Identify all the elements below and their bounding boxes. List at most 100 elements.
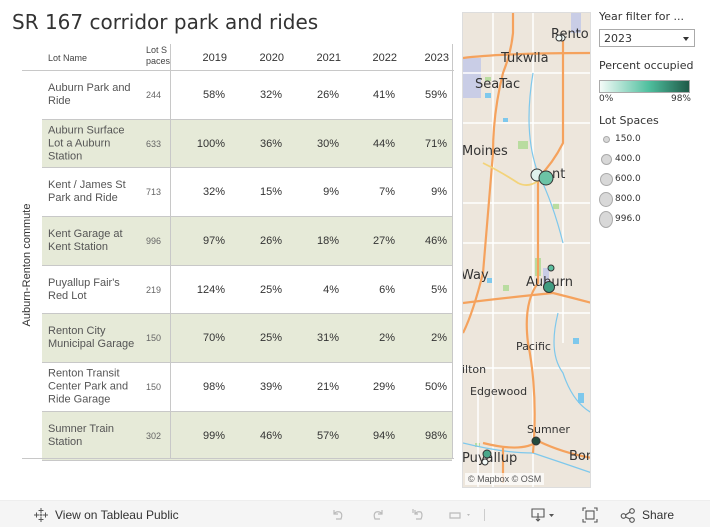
lot-spaces: 633 <box>146 138 162 149</box>
revert-button[interactable] <box>410 501 426 527</box>
occupancy-cell-2023[interactable]: 5% <box>407 284 447 296</box>
size-legend-item[interactable]: 600.0 <box>599 169 704 189</box>
map-marker-renton-transit-center[interactable] <box>555 34 563 42</box>
revert-icon <box>412 508 423 520</box>
map-marker-puyallup-other[interactable] <box>481 458 489 466</box>
lot-name: Renton City Municipal Garage <box>48 325 135 351</box>
size-legend-item[interactable]: 150.0 <box>599 129 704 149</box>
group-label: Auburn-Renton commute <box>21 203 33 327</box>
map-attribution[interactable]: © Mapbox © OSM <box>465 473 545 485</box>
occupancy-cell-2023[interactable]: 59% <box>407 89 447 101</box>
occupancy-cell-2019[interactable]: 99% <box>185 430 225 442</box>
tableau-logo-icon <box>34 507 48 522</box>
occupancy-cell-2020[interactable]: 39% <box>242 381 282 393</box>
occupancy-cell-2019[interactable]: 124% <box>185 284 225 296</box>
occupancy-cell-2020[interactable]: 26% <box>242 235 282 247</box>
lot-spaces-header[interactable]: Lot S paces <box>146 45 172 67</box>
table-row[interactable]: Kent Garage at Kent Station 996 97% 26% 18% 2… <box>42 217 452 266</box>
occupancy-cell-2021[interactable]: 18% <box>299 235 339 247</box>
occupancy-cell-2021[interactable]: 57% <box>299 430 339 442</box>
lot-name-header[interactable]: Lot Name <box>48 53 87 63</box>
occupancy-cell-2020[interactable]: 25% <box>242 332 282 344</box>
occupancy-cell-2021[interactable]: 26% <box>299 89 339 101</box>
undo-button[interactable] <box>330 501 346 527</box>
table-row[interactable]: Auburn Surface Lot a Auburn Station 633 10… <box>42 119 452 169</box>
occupancy-cell-2020[interactable]: 25% <box>242 284 282 296</box>
occupancy-cell-2023[interactable]: 71% <box>407 138 447 150</box>
occupancy-cell-2020[interactable]: 15% <box>242 186 282 198</box>
occupancy-cell-2021[interactable]: 31% <box>299 332 339 344</box>
map-label-tukwila: Tukwila <box>501 51 549 66</box>
view-on-tableau-link[interactable]: View on Tableau Public <box>33 501 179 527</box>
occupancy-cell-2021[interactable]: 21% <box>299 381 339 393</box>
occupancy-cell-2019[interactable]: 70% <box>185 332 225 344</box>
occupancy-cell-2019[interactable]: 58% <box>185 89 225 101</box>
size-legend-item[interactable]: 800.0 <box>599 189 704 209</box>
occupancy-cell-2020[interactable]: 46% <box>242 430 282 442</box>
size-legend-value: 996.0 <box>615 214 641 224</box>
map-label-kent: nt <box>552 167 566 182</box>
size-legend-item[interactable]: 996.0 <box>599 209 704 229</box>
occupancy-cell-2022[interactable]: 44% <box>355 138 395 150</box>
occupancy-cell-2023[interactable]: 50% <box>407 381 447 393</box>
table-row[interactable]: Sumner Train Station 302 99% 46% 57% 94% 98% <box>42 411 452 461</box>
occupancy-cell-2023[interactable]: 46% <box>407 235 447 247</box>
table-row[interactable]: Kent / James St Park and Ride 713 32% 15% 9%… <box>42 168 452 218</box>
share-label: Share <box>642 507 675 522</box>
occupancy-cell-2019[interactable]: 32% <box>185 186 225 198</box>
occupancy-cell-2022[interactable]: 7% <box>355 186 395 198</box>
map-view[interactable]: Rento Tukwila SeaTac Moines nt Way Aubur… <box>462 12 591 488</box>
occupancy-cell-2021[interactable]: 30% <box>299 138 339 150</box>
table-row[interactable]: Renton Transit Center Park and Ride Gara… <box>42 363 452 412</box>
occupancy-cell-2021[interactable]: 9% <box>299 186 339 198</box>
occupancy-cell-2022[interactable]: 2% <box>355 332 395 344</box>
refresh-button[interactable] <box>448 501 474 527</box>
lot-spaces: 996 <box>146 235 162 246</box>
table-row[interactable]: Puyallup Fair's Red Lot 219 124% 25% 4% 6% 5% <box>42 266 452 315</box>
filter-panel: Year filter for ... 2023 Percent occupie… <box>599 10 704 229</box>
year-header-2019[interactable]: 2019 <box>187 52 227 64</box>
year-header-2020[interactable]: 2020 <box>244 52 284 64</box>
map-marker-kent-garage[interactable] <box>538 170 554 186</box>
map-marker-auburn-surface-lot[interactable] <box>543 281 555 293</box>
map-marker-auburn-park-ride[interactable] <box>547 264 555 272</box>
occupancy-cell-2021[interactable]: 4% <box>299 284 339 296</box>
size-legend-item[interactable]: 400.0 <box>599 149 704 169</box>
occupancy-cell-2019[interactable]: 100% <box>185 138 225 150</box>
occupancy-cell-2023[interactable]: 9% <box>407 186 447 198</box>
map-label-seatac: SeaTac <box>475 77 521 92</box>
occupancy-cell-2022[interactable]: 41% <box>355 89 395 101</box>
occupancy-cell-2023[interactable]: 2% <box>407 332 447 344</box>
occupancy-cell-2023[interactable]: 98% <box>407 430 447 442</box>
share-button[interactable]: Share <box>620 501 674 527</box>
occupancy-cell-2022[interactable]: 6% <box>355 284 395 296</box>
map-label-edgewood: Edgewood <box>470 385 528 398</box>
occupancy-cell-2020[interactable]: 36% <box>242 138 282 150</box>
percent-min-label: 0% <box>599 94 614 104</box>
occupancy-cell-2020[interactable]: 32% <box>242 89 282 101</box>
redo-button[interactable] <box>370 501 386 527</box>
table-row[interactable]: Auburn Park and Ride 244 58% 32% 26% 41% 59% <box>42 71 452 120</box>
occupancy-cell-2022[interactable]: 94% <box>355 430 395 442</box>
lot-name: Puyallup Fair's Red Lot <box>48 276 120 302</box>
lot-name: Auburn Park and Ride <box>48 81 131 107</box>
occupancy-cell-2022[interactable]: 27% <box>355 235 395 247</box>
occupancy-cell-2019[interactable]: 98% <box>185 381 225 393</box>
download-button[interactable] <box>530 501 558 527</box>
fullscreen-button[interactable] <box>582 501 598 527</box>
percent-color-scale <box>599 80 690 93</box>
map-label-pacific: Pacific <box>516 340 551 353</box>
year-header-2021[interactable]: 2021 <box>301 52 341 64</box>
chevron-down-icon <box>683 37 689 41</box>
map-marker-puyallup-red-lot[interactable] <box>482 449 492 459</box>
year-header-2022[interactable]: 2022 <box>357 52 397 64</box>
map-marker-sumner-station[interactable] <box>531 436 541 446</box>
table-row[interactable]: Renton City Municipal Garage 150 70% 25% 31%… <box>42 314 452 364</box>
size-legend-value: 600.0 <box>615 174 641 184</box>
map-label-sumner: Sumner <box>527 423 570 436</box>
occupancy-cell-2019[interactable]: 97% <box>185 235 225 247</box>
year-filter-dropdown[interactable]: 2023 <box>599 29 695 47</box>
occupancy-cell-2022[interactable]: 29% <box>355 381 395 393</box>
year-header-2023[interactable]: 2023 <box>409 52 449 64</box>
size-legend-col <box>599 153 615 165</box>
